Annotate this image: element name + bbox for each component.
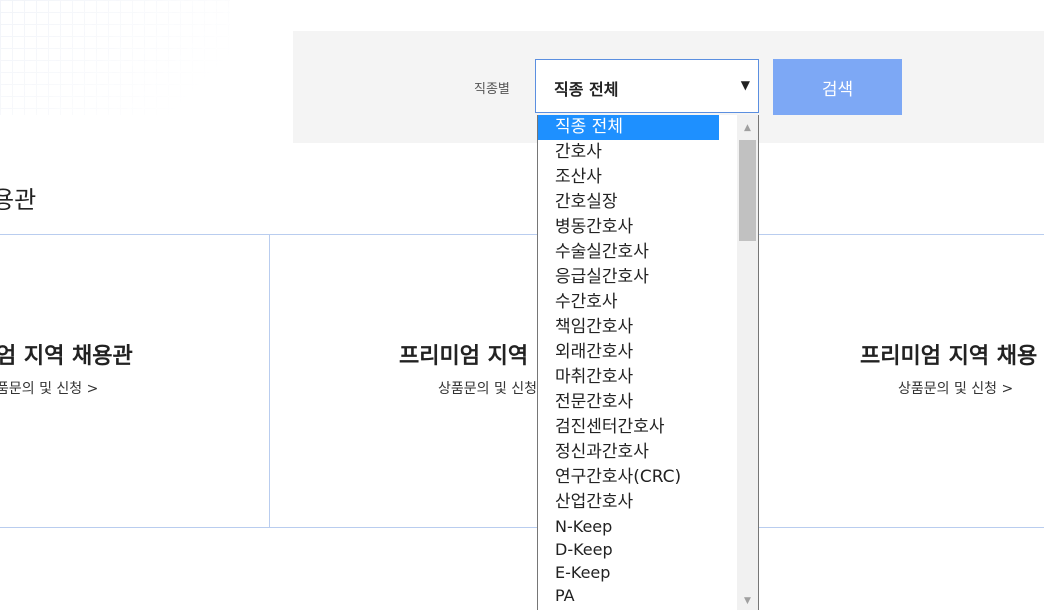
triangle-down-icon: ▼ xyxy=(740,78,750,92)
card-title: 프리미엄 지역 xyxy=(399,344,529,369)
card-inquiry-link[interactable]: 품문의 및 신청 > xyxy=(0,378,98,398)
dropdown-option[interactable]: 직종 전체 xyxy=(538,115,719,140)
dropdown-option[interactable]: 연구간호사(CRC) xyxy=(538,465,758,490)
job-type-select[interactable]: 직종 전체 ▼ xyxy=(535,59,759,113)
card-inquiry-link[interactable]: 상품문의 및 신청 xyxy=(438,378,537,398)
dropdown-option[interactable]: 책임간호사 xyxy=(538,315,758,340)
dropdown-option[interactable]: D-Keep xyxy=(538,538,758,561)
dropdown-option[interactable]: 간호실장 xyxy=(538,190,758,215)
dropdown-option[interactable]: 산업간호사 xyxy=(538,490,758,515)
dropdown-option[interactable]: 정신과간호사 xyxy=(538,440,758,465)
scroll-up-arrow-icon[interactable]: ▲ xyxy=(737,120,758,137)
dropdown-option[interactable]: N-Keep xyxy=(538,515,758,538)
scrollbar-thumb[interactable] xyxy=(739,140,756,241)
dropdown-option[interactable]: 응급실간호사 xyxy=(538,265,758,290)
dropdown-option[interactable]: 외래간호사 xyxy=(538,340,758,365)
card-title: 프리미엄 지역 채용 xyxy=(860,344,1038,369)
job-type-dropdown-list[interactable]: 직종 전체 간호사 조산사 간호실장 병동간호사 수술실간호사 응급실간호사 수간호사 책임간호… xyxy=(537,115,759,610)
dropdown-option[interactable]: 수술실간호사 xyxy=(538,240,758,265)
decorative-grid xyxy=(0,0,230,115)
dropdown-option[interactable]: 병동간호사 xyxy=(538,215,758,240)
job-type-select-value: 직종 전체 xyxy=(554,80,619,99)
card-title: 엄 지역 채용관 xyxy=(0,344,133,369)
dropdown-option[interactable]: E-Keep xyxy=(538,561,758,584)
dropdown-scrollbar[interactable]: ▲ ▼ xyxy=(737,115,758,610)
section-title: 용관 xyxy=(0,186,37,214)
cards-bottom-border xyxy=(0,527,1044,528)
job-type-label: 직종별 xyxy=(474,82,510,97)
dropdown-option[interactable]: 검진센터간호사 xyxy=(538,415,758,440)
card-divider xyxy=(269,234,270,528)
dropdown-options: 직종 전체 간호사 조산사 간호실장 병동간호사 수술실간호사 응급실간호사 수간호사 책임간호… xyxy=(538,115,758,607)
dropdown-option[interactable]: 마취간호사 xyxy=(538,365,758,390)
dropdown-option[interactable]: 수간호사 xyxy=(538,290,758,315)
search-button[interactable]: 검색 xyxy=(773,59,902,115)
dropdown-option[interactable]: PA xyxy=(538,584,758,607)
card-inquiry-link[interactable]: 상품문의 및 신청 > xyxy=(898,378,1013,398)
cards-top-border xyxy=(0,234,1044,235)
dropdown-option[interactable]: 조산사 xyxy=(538,165,758,190)
scroll-down-arrow-icon[interactable]: ▼ xyxy=(737,593,758,610)
dropdown-option[interactable]: 간호사 xyxy=(538,140,758,165)
dropdown-option[interactable]: 전문간호사 xyxy=(538,390,758,415)
